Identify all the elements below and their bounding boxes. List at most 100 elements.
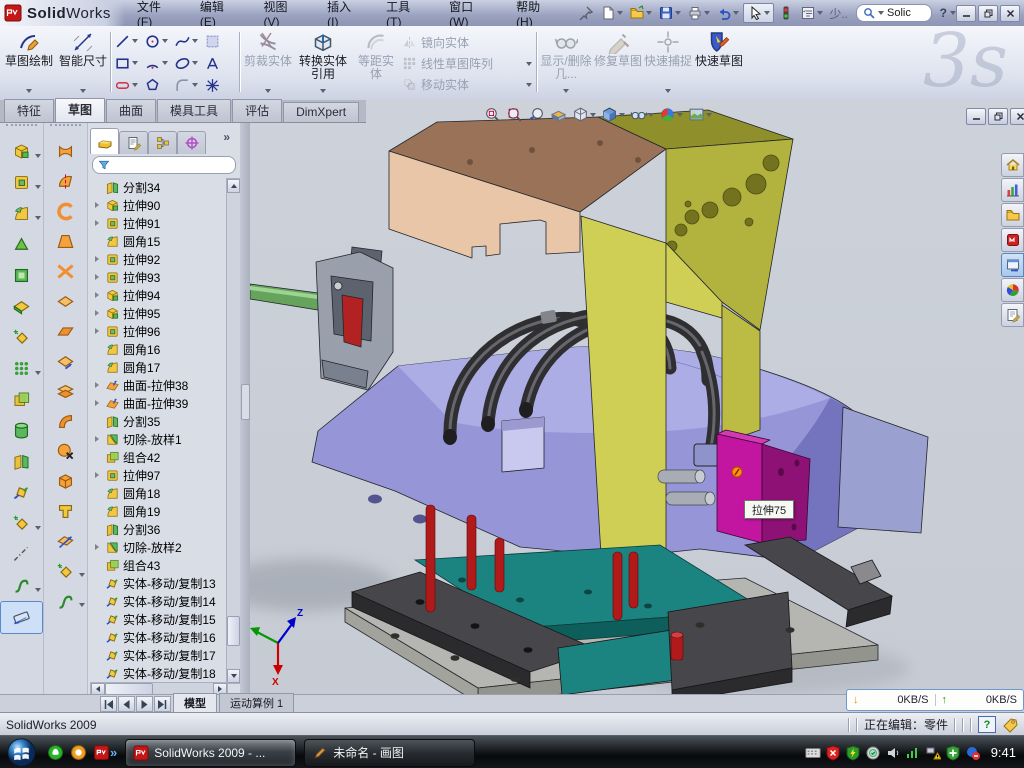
expander-icon[interactable] [95,274,105,280]
dropdown-arrow-icon[interactable] [646,11,652,15]
wireless[interactable] [905,745,921,761]
trim-entities-button[interactable]: 剪裁实体 [243,29,293,95]
expander-icon[interactable] [95,292,105,298]
antivirus[interactable] [845,745,861,761]
sketch-text-tool[interactable] [204,52,234,74]
arc-tool[interactable] [144,52,174,74]
quick-tips-button[interactable]: ? [978,716,996,733]
hide-show-items[interactable] [630,106,654,123]
lofted-surface[interactable] [44,196,87,226]
dropdown-arrow-icon[interactable] [132,61,138,65]
reference-geometry[interactable] [0,508,43,539]
part-side-plate[interactable] [838,407,928,533]
scroll-down-button[interactable] [227,669,240,683]
dropdown-arrow-icon[interactable] [764,11,770,15]
slot-tool[interactable] [114,74,144,96]
expander-icon[interactable] [95,400,105,406]
move-entities-button[interactable]: 移动实体 [402,74,532,95]
tree-item[interactable]: 实体-移动/复制18 [90,664,226,682]
dropdown-arrow-icon[interactable] [79,603,85,607]
tree-filter[interactable] [92,156,236,174]
tree-item[interactable]: 拉伸90 [90,196,226,214]
pin-toolbar[interactable] [576,4,596,22]
menu-item[interactable]: 编辑(E) [188,0,252,26]
swept-surface[interactable] [44,136,87,166]
dropdown-arrow-icon[interactable] [35,371,41,375]
dropdown-arrow-icon[interactable] [79,573,85,577]
dropdown-arrow-icon[interactable] [35,154,41,158]
expander-icon[interactable] [95,220,105,226]
taskbar-window-paint[interactable]: 未命名 - 画图 [304,739,475,767]
offset-entities-button[interactable]: 等距实体 [353,29,399,95]
tree-item[interactable]: 拉伸94 [90,286,226,304]
print[interactable] [685,4,712,22]
tree-item[interactable]: 拉伸91 [90,214,226,232]
line-tool[interactable] [114,30,144,52]
offset-surface[interactable] [44,286,87,316]
search-input-value[interactable]: Solic [887,7,911,19]
dropdown-arrow-icon[interactable] [192,61,198,65]
quicklaunch-chevron[interactable]: » [110,745,117,760]
ribbon-tab[interactable]: 评估 [232,99,282,122]
tree-item[interactable]: 圆角18 [90,484,226,502]
edit-appearance[interactable] [659,106,683,123]
rapid-sketch-button[interactable]: 快速草图 [694,29,744,95]
expander-icon[interactable] [95,328,105,334]
dropdown-arrow-icon[interactable] [192,83,198,87]
filled-surface[interactable] [44,256,87,286]
undo[interactable] [714,4,741,22]
menu-item[interactable]: 视图(V) [252,0,316,26]
expander-icon[interactable] [95,436,105,442]
mirror-entities-button[interactable]: 镜向实体 [402,32,532,53]
polygon-tool[interactable] [144,74,174,96]
tree-item[interactable]: 拉伸96 [90,322,226,340]
dropdown-arrow-icon[interactable] [35,216,41,220]
spline-curve[interactable] [44,586,87,616]
volume[interactable] [885,745,901,761]
split-feature[interactable] [0,446,43,477]
tree-item[interactable]: 实体-移动/复制15 [90,610,226,628]
menu-item[interactable]: 帮助(H) [504,0,568,26]
planar-surface[interactable] [44,316,87,346]
ellipse-tool[interactable] [174,52,204,74]
configurationmanager-tab[interactable] [148,131,177,154]
extruded-boss[interactable] [0,136,43,167]
tree-item[interactable]: 实体-移动/复制13 [90,574,226,592]
taskbar-clock[interactable]: 9:41 [991,745,1016,760]
tree-item[interactable]: 圆角15 [90,232,226,250]
dropdown-arrow-icon[interactable] [132,39,138,43]
dropdown-arrow-icon[interactable] [132,83,138,87]
instant3d[interactable] [0,601,43,634]
section-view[interactable] [550,106,567,123]
options[interactable] [798,4,825,22]
parting-line[interactable] [44,496,87,526]
point-tool[interactable] [204,74,234,96]
sketch-button[interactable]: 草图绘制 [2,29,56,95]
dropdown-arrow-icon[interactable] [590,113,596,117]
tree-item[interactable]: 拉伸92 [90,250,226,268]
tree-item[interactable]: 切除-放样2 [90,538,226,556]
motion-study-tab[interactable]: 运动算例 1 [219,693,294,713]
quicklaunch-app[interactable] [70,744,87,761]
expander-icon[interactable] [95,382,105,388]
dropdown-arrow-icon[interactable] [35,185,41,189]
input-keyboard[interactable] [805,745,821,761]
menu-item[interactable]: 工具(T) [374,0,437,26]
expander-icon[interactable] [95,310,105,316]
selection-box-tool[interactable] [204,30,234,52]
doc-minimize-button[interactable] [966,108,986,125]
replace-face[interactable] [44,466,87,496]
first-tab-button[interactable] [100,696,117,712]
tree-item[interactable]: 组合42 [90,448,226,466]
defender[interactable] [945,745,961,761]
quick-snaps-button[interactable]: 快速捕捉 [644,29,692,95]
tree-item[interactable]: 曲面-拉伸39 [90,394,226,412]
linear-sketch-pattern-button[interactable]: 线性草图阵列 [402,53,532,74]
dropdown-arrow-icon[interactable] [704,11,710,15]
sketch-dropdown-icon[interactable] [26,89,32,93]
tree-item[interactable]: 拉伸95 [90,304,226,322]
boss-feature[interactable] [0,415,43,446]
ribbon-tab[interactable]: 模具工具 [157,99,231,122]
next-tab-button[interactable] [136,696,153,712]
quicklaunch-messenger[interactable] [47,744,64,761]
